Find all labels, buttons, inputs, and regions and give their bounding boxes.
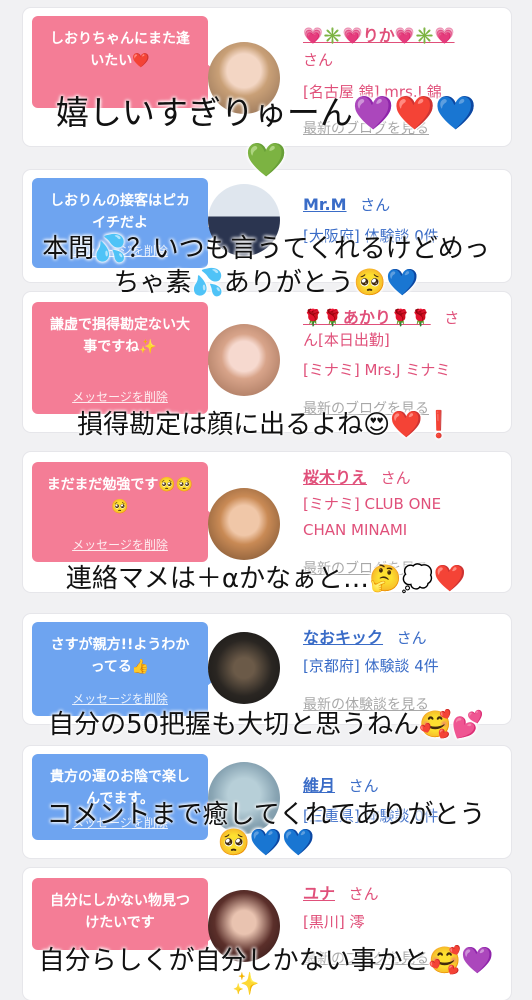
overlay-caption: 💚: [245, 140, 287, 179]
message-text: しおりちゃんにまた逢いたい❤️: [50, 31, 190, 69]
today-status: ん[本日出勤]: [303, 331, 390, 349]
overlay-caption: 嬉しいすぎりゅーん💜❤️💙: [55, 93, 477, 132]
cast-san: さん: [396, 629, 427, 647]
message-bubble: 謙虚で損得勘定ない大事ですね✨ メッセージを削除: [32, 302, 217, 414]
cast-name-link[interactable]: 桜木りえ: [303, 468, 367, 487]
overlay-caption: 損得勘定は顔に出るよね😍❤️❗️: [77, 410, 455, 440]
message-bubble: まだまだ勉強です🥺🥺🥺 メッセージを削除: [32, 462, 217, 562]
cast-name-line: なおキック さん: [303, 624, 427, 648]
cast-name-link[interactable]: なおキック: [303, 628, 383, 647]
cast-name-link[interactable]: 🌹🌹あかり🌹🌹: [303, 308, 431, 327]
cast-name-line: 維月 さん: [303, 772, 379, 796]
overlay-caption: コメントまで癒してくれてありがとう: [46, 800, 486, 830]
avatar[interactable]: [208, 632, 280, 704]
cast-name-line: 桜木りえ さん: [303, 464, 411, 488]
overlay-caption: 連絡マメは＋αかなぁと…🤔💭❤️: [65, 564, 467, 594]
shop-info: [黒川] 澪: [303, 913, 365, 931]
message-text: 自分にしかない物見つけたいです: [50, 893, 190, 931]
message-text: さすが親方!!ようわかってる👍: [50, 637, 190, 675]
message-bubble: さすが親方!!ようわかってる👍 メッセージを削除: [32, 622, 217, 716]
overlay-caption: ✨: [232, 972, 260, 997]
cast-name-link[interactable]: 💗✳️💗りか💗✳️💗: [303, 26, 455, 45]
overlay-caption: 自分の50把握も大切と思うねん🥰💕: [48, 710, 484, 740]
cast-name-line: 💗✳️💗りか💗✳️💗: [303, 22, 455, 46]
cast-name-link[interactable]: Mr.M: [303, 195, 347, 214]
shop-info: [ミナミ] Mrs.J ミナミ: [303, 361, 451, 379]
message-text: 謙虚で損得勘定ない大事ですね✨: [50, 317, 190, 355]
cast-san: さん: [348, 777, 379, 795]
overlay-caption: ちゃ素💦ありがとう🥺💙: [113, 268, 419, 298]
cast-name-link[interactable]: ユナ: [303, 884, 335, 903]
shop-info-line2: CHAN MINAMI: [303, 521, 408, 539]
overlay-caption: 本間💦？いつも言うてくれるけどめっ: [42, 234, 490, 264]
cast-san: さん: [380, 469, 411, 487]
cast-san: さん: [360, 196, 391, 214]
avatar[interactable]: [208, 488, 280, 560]
overlay-caption: 🥺💙💙: [217, 828, 315, 858]
cast-name-line: Mr.M さん: [303, 194, 390, 215]
message-text: まだまだ勉強です🥺🥺🥺: [46, 477, 194, 515]
cast-name-line: 🌹🌹あかり🌹🌹 さ: [303, 304, 459, 328]
cast-san: さん: [303, 51, 334, 69]
shop-info: [京都府] 体験談 4件: [303, 657, 439, 675]
cast-san: さ: [444, 309, 460, 327]
cast-san: さん: [348, 885, 379, 903]
cast-name-line: ユナ さん: [303, 880, 379, 904]
delete-message-link[interactable]: メッセージを削除: [32, 534, 208, 556]
shop-info: [ミナミ] CLUB ONE: [303, 495, 442, 513]
cast-name-link[interactable]: 維月: [303, 776, 335, 795]
avatar[interactable]: [208, 324, 280, 396]
